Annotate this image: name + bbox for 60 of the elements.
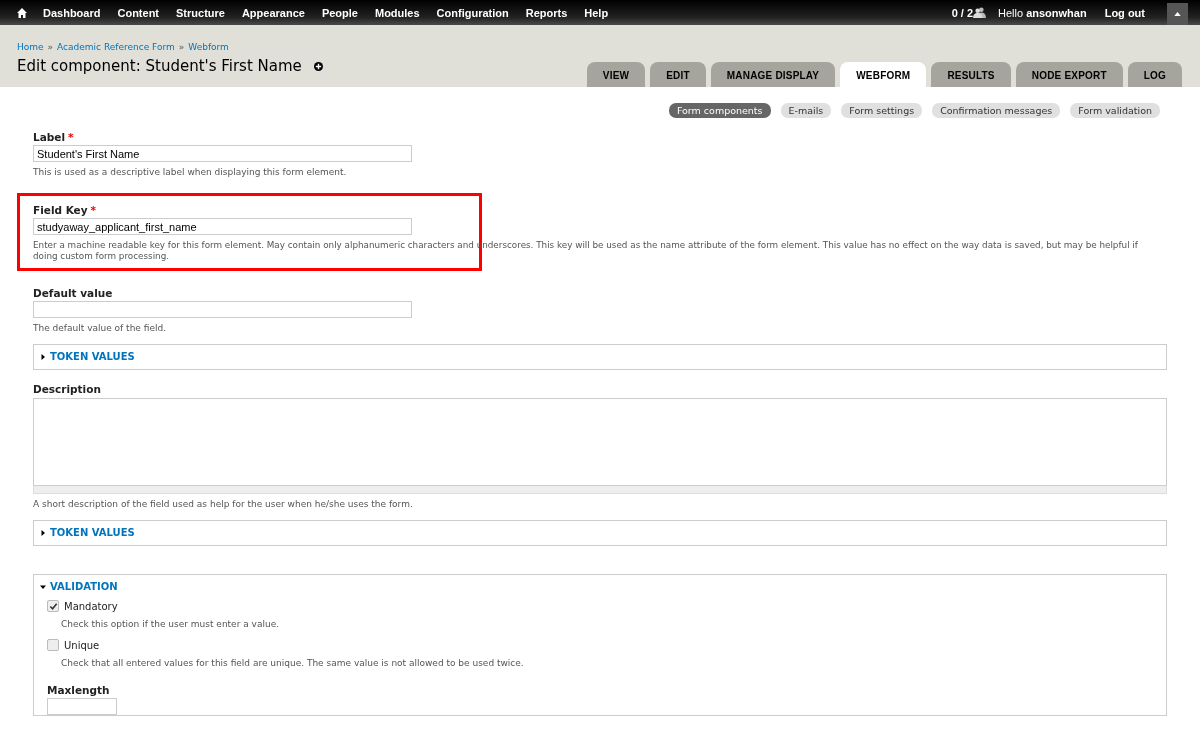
checkbox[interactable] [47, 600, 59, 612]
field-description: The default value of the field. [33, 323, 168, 334]
fieldset-toggle-link[interactable]: TOKEN VALUES [50, 527, 135, 538]
users-online-count: 0 / 2 [951, 6, 974, 19]
field-description: A short description of the field used as help for the user when he/she uses the form. [33, 499, 414, 510]
breadcrumb-link[interactable]: Webform [188, 42, 229, 52]
tab[interactable]: EDIT [650, 62, 706, 87]
page-title: Edit component: Student's First Name [17, 57, 302, 75]
text-area[interactable] [33, 398, 1167, 486]
toolbar-toggle-button[interactable] [1167, 3, 1188, 25]
breadcrumb-link[interactable]: Home [17, 42, 44, 52]
tab[interactable]: NODE EXPORT [1015, 62, 1123, 87]
checkbox-label: Unique [64, 639, 100, 651]
toolbar-menu-link[interactable]: People [321, 6, 358, 19]
tab[interactable]: LOG [1127, 62, 1182, 87]
fieldset-toggle-link[interactable]: TOKEN VALUES [50, 351, 135, 362]
field-label: Description [33, 383, 101, 395]
tab[interactable]: VIEW [586, 62, 646, 87]
toolbar-menu-link[interactable]: Help [584, 6, 609, 19]
user-greeting: Hello ansonwhan [998, 6, 1087, 19]
text-field[interactable]: studyaway_applicant_first_name [33, 218, 412, 235]
text-field[interactable]: Student's First Name [33, 145, 412, 162]
field-label: Default value [33, 287, 113, 299]
field-label: Maxlength [47, 684, 110, 696]
toolbar-menu-link[interactable]: Reports [525, 6, 568, 19]
breadcrumb-separator: » [47, 42, 54, 52]
field-description: Check this option if the user must enter a value. [61, 619, 281, 630]
text-field[interactable] [47, 698, 117, 715]
toolbar-menu-link[interactable]: Dashboard [43, 6, 101, 19]
caret-icon [1174, 12, 1181, 16]
breadcrumb-link[interactable]: Academic Reference Form [57, 42, 175, 52]
breadcrumb-separator: » [178, 42, 185, 52]
field-label: Label [33, 131, 65, 143]
secondary-tab[interactable]: E-mails [780, 103, 832, 118]
toolbar-menu-link[interactable]: Configuration [436, 6, 509, 19]
checkbox-label: Mandatory [64, 600, 118, 612]
tab[interactable]: MANAGE DISPLAY [710, 62, 836, 87]
toolbar-menu-link[interactable]: Structure [176, 6, 225, 19]
secondary-tab[interactable]: Form settings [841, 103, 923, 118]
secondary-tab[interactable]: Confirmation messages [932, 103, 1061, 118]
toolbar-menu-link[interactable]: Content [117, 6, 159, 19]
logout-link[interactable]: Log out [1104, 6, 1145, 19]
toolbar-menu-link[interactable]: Modules [375, 6, 420, 19]
tab[interactable]: WEBFORM [840, 62, 927, 87]
checkbox[interactable] [47, 639, 59, 651]
secondary-tab[interactable]: Form validation [1070, 103, 1160, 118]
toolbar-menu-link[interactable]: Appearance [241, 6, 305, 19]
tab[interactable]: RESULTS [931, 62, 1011, 87]
field-description: Check that all entered values for this field are unique. The same value is not allowed to be used twice. [61, 658, 525, 669]
add-shortcut-icon[interactable] [313, 61, 323, 71]
resize-handle[interactable] [33, 486, 1167, 494]
fieldset-toggle-link[interactable]: VALIDATION [50, 581, 118, 592]
users-icon [973, 7, 987, 18]
home-icon[interactable] [17, 7, 27, 18]
required-marker: * [68, 131, 74, 143]
secondary-tab[interactable]: Form components [668, 103, 771, 118]
required-marker: * [90, 204, 97, 216]
text-field[interactable] [33, 301, 412, 318]
field-label: Field Key [33, 204, 88, 216]
field-description: This is used as a descriptive label when displaying this form element. [33, 167, 348, 178]
